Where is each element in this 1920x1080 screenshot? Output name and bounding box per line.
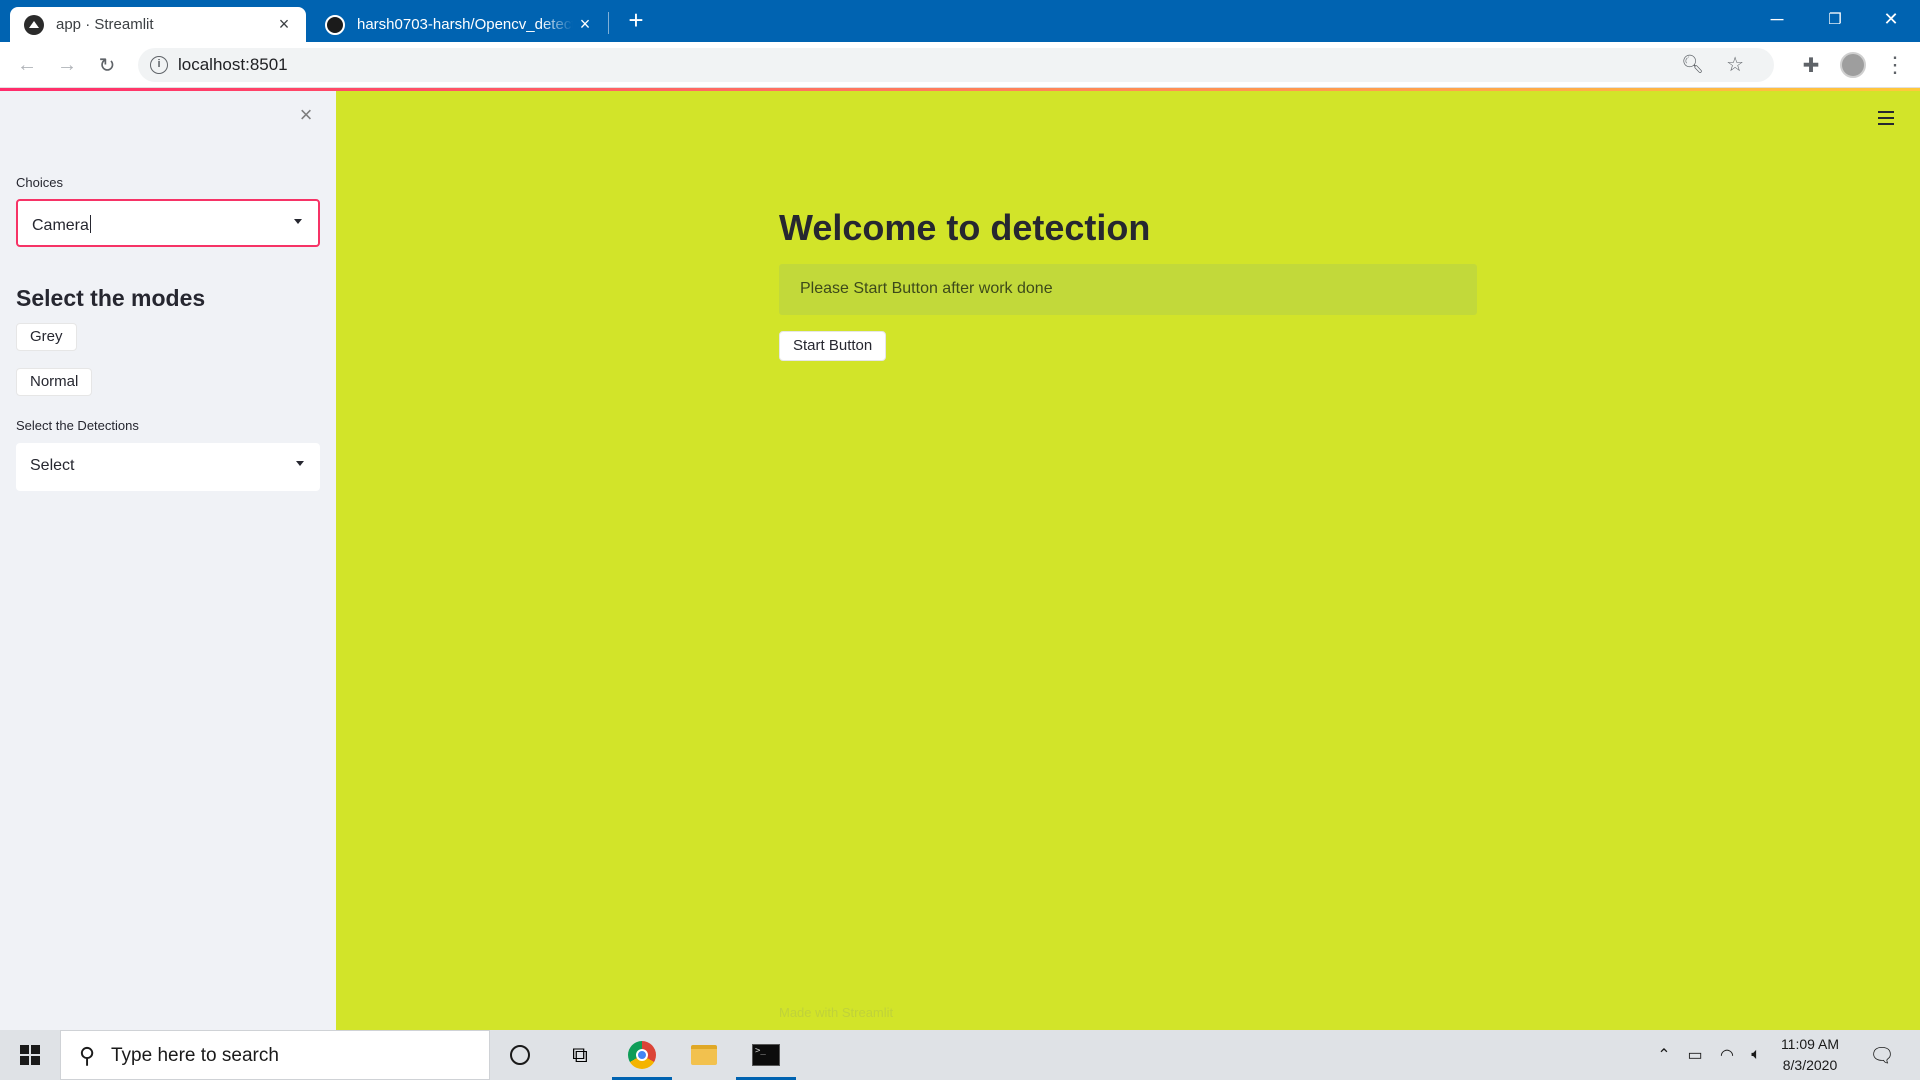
detections-label: Select the Detections [16, 418, 139, 433]
search-icon: ⚲ [79, 1043, 96, 1068]
normal-mode-button[interactable]: Normal [16, 368, 93, 396]
action-center-icon[interactable]: 🗨︎ [1862, 1030, 1902, 1080]
clock-date: 8/3/2020 [1782, 1057, 1838, 1073]
choices-label: Choices [16, 175, 63, 190]
windows-logo-icon [20, 1045, 40, 1065]
tab-app-streamlit[interactable]: app · Streamlit × [10, 7, 306, 42]
taskbar-clock[interactable]: 11:09 AM 8/3/2020 [1770, 1034, 1850, 1076]
text-caret [89, 215, 91, 233]
folder-icon [691, 1045, 717, 1065]
cortana-icon [510, 1045, 530, 1065]
modes-heading: Select the modes [16, 285, 206, 311]
address-bar[interactable]: i localhost:8501 🔍︎ ☆ [138, 48, 1774, 82]
main-content: Welcome to detection Please Start Button… [336, 91, 1920, 1030]
clock-time: 11:09 AM [1780, 1036, 1840, 1052]
taskbar-search-placeholder: Type here to search [111, 1045, 279, 1066]
windows-taskbar: ⚲ Type here to search ⧉ >_ ⌃ ▭ ◠ 🔈︎ 11:0… [0, 1030, 1920, 1080]
wifi-icon[interactable]: ◠ [1712, 1030, 1742, 1080]
detections-select[interactable]: Select [16, 443, 320, 491]
restore-button[interactable]: ❐ [1806, 0, 1864, 38]
close-window-button[interactable]: ✕ [1862, 0, 1920, 38]
browser-tab-strip: app · Streamlit × harsh0703-harsh/Opencv… [0, 0, 1920, 42]
tab-title: harsh0703-harsh/Opencv_detecti [357, 16, 573, 33]
close-sidebar-icon[interactable]: × [296, 104, 316, 126]
dropdown-arrow-icon [294, 219, 302, 224]
forward-arrow-icon[interactable]: → [52, 50, 82, 80]
chrome-menu-icon[interactable]: ⋮ [1880, 50, 1910, 80]
taskbar-file-explorer[interactable] [674, 1030, 734, 1080]
info-alert-text: Please Start Button after work done [800, 280, 1053, 297]
cortana-button[interactable] [490, 1030, 550, 1080]
tab-close-icon[interactable]: × [573, 14, 597, 35]
taskbar-search-box[interactable]: ⚲ Type here to search [60, 1030, 490, 1080]
battery-icon[interactable]: ▭ [1680, 1030, 1710, 1080]
tab-github-repo[interactable]: harsh0703-harsh/Opencv_detecti × [311, 7, 607, 42]
profile-avatar[interactable] [1840, 52, 1866, 78]
task-view-icon[interactable]: ⧉ [550, 1030, 610, 1080]
tab-title: app · Streamlit [56, 16, 154, 33]
taskbar-chrome[interactable] [612, 1030, 672, 1080]
dropdown-arrow-icon [296, 461, 304, 466]
grey-mode-button[interactable]: Grey [16, 323, 77, 351]
reload-icon[interactable]: ↻ [92, 50, 122, 80]
new-tab-button[interactable]: + [622, 7, 650, 35]
site-info-icon[interactable]: i [150, 56, 168, 74]
start-button[interactable]: Start Button [779, 331, 887, 361]
detections-select-value: Select [30, 457, 75, 474]
taskbar-terminal[interactable]: >_ [736, 1030, 796, 1080]
hamburger-menu-icon[interactable] [1878, 111, 1894, 125]
volume-icon[interactable]: 🔈︎ [1742, 1030, 1770, 1080]
tab-separator [608, 12, 609, 34]
info-alert: Please Start Button after work done [779, 264, 1477, 315]
bookmark-star-icon[interactable]: ☆ [1726, 52, 1744, 77]
made-with-streamlit-footer[interactable]: Made with Streamlit [779, 1005, 893, 1020]
terminal-icon: >_ [752, 1044, 780, 1066]
tab-close-icon[interactable]: × [272, 14, 296, 35]
choices-select-text: Camera [32, 217, 89, 234]
browser-toolbar: ← → ↻ i localhost:8501 🔍︎ ☆ ✚ ⋮ [0, 42, 1920, 88]
page-title: Welcome to detection [779, 207, 1151, 248]
back-arrow-icon[interactable]: ← [12, 50, 42, 80]
choices-select-value: Camera [32, 215, 91, 235]
github-icon [325, 14, 345, 35]
sidebar: × Choices Camera Select the modes Grey N… [0, 91, 336, 1030]
windows-start-button[interactable] [0, 1030, 60, 1080]
url-text[interactable]: localhost:8501 [178, 55, 288, 75]
streamlit-icon [24, 14, 44, 35]
show-hidden-icons-chevron[interactable]: ⌃ [1650, 1030, 1678, 1080]
zoom-icon[interactable]: 🔍︎ [1681, 54, 1704, 75]
chrome-icon [628, 1041, 656, 1069]
extensions-puzzle-icon[interactable]: ✚ [1796, 50, 1826, 80]
choices-select[interactable]: Camera [16, 199, 320, 247]
minimize-button[interactable]: ─ [1748, 0, 1806, 38]
